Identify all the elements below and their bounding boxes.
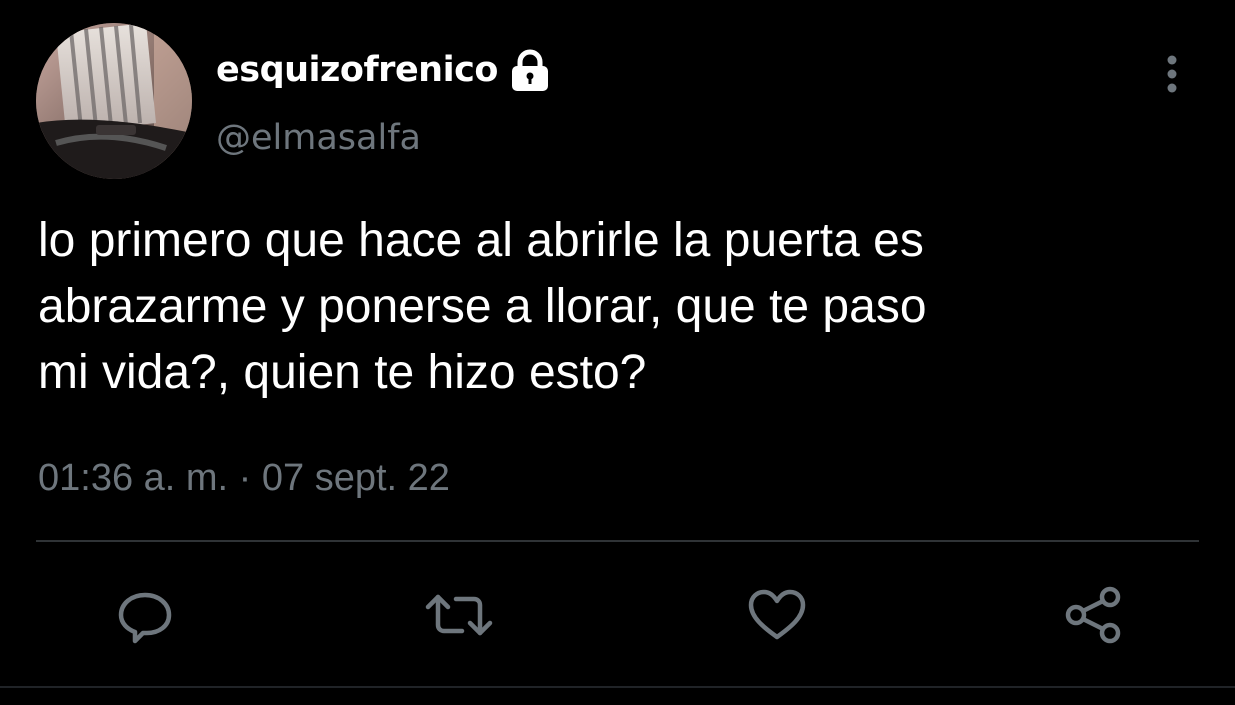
heart-icon — [748, 589, 806, 640]
like-button[interactable] — [742, 580, 812, 650]
action-bar — [0, 580, 1235, 650]
display-name-row: esquizofrenico — [216, 44, 552, 96]
more-options-button[interactable] — [1150, 52, 1194, 96]
bottom-divider — [0, 686, 1235, 688]
tweet-text: lo primero que hace al abrirle la puerta… — [38, 208, 1198, 406]
retweet-button[interactable] — [424, 580, 494, 650]
display-name[interactable]: esquizofrenico — [216, 50, 498, 90]
tweet-text-line: lo primero que hace al abrirle la puerta… — [38, 214, 924, 267]
tweet-text-line: mi vida?, quien te hizo esto? — [38, 346, 647, 399]
avatar[interactable] — [36, 23, 192, 179]
tweet-text-line: abrazarme y ponerse a llorar, que te pas… — [38, 280, 927, 333]
reply-icon — [118, 592, 172, 644]
more-vertical-icon — [1167, 55, 1177, 93]
divider — [36, 540, 1199, 542]
tweet-timestamp[interactable]: 01:36 a. m. · 07 sept. 22 — [38, 457, 450, 500]
share-icon — [1065, 586, 1121, 644]
reply-button[interactable] — [110, 580, 180, 650]
share-button[interactable] — [1058, 580, 1128, 650]
lock-icon — [508, 49, 552, 93]
avatar-photo — [36, 23, 192, 179]
retweet-icon — [425, 594, 493, 636]
user-handle[interactable]: @elmasalfa — [216, 118, 421, 158]
